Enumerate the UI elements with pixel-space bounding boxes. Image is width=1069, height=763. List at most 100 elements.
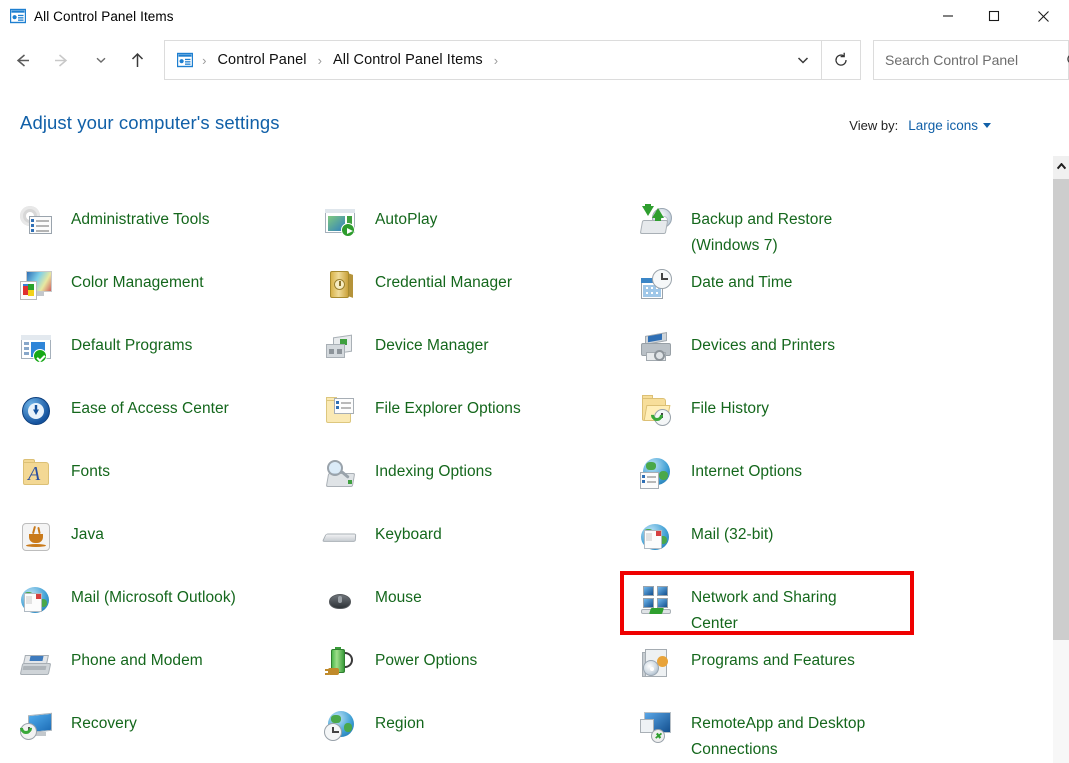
region-icon [324,710,356,742]
control-panel-item[interactable]: Region [324,708,424,763]
minimize-button[interactable] [925,0,971,32]
control-panel-item-label[interactable]: Recovery [71,711,137,737]
control-panel-item-label[interactable]: File History [691,396,769,422]
control-panel-item[interactable]: Java [20,519,104,577]
scrollbar-thumb[interactable] [1053,179,1069,640]
control-panel-icon [10,8,26,24]
control-panel-item[interactable]: Mail (32-bit) [640,519,773,577]
control-panel-item[interactable]: ✖ RemoteApp and Desktop Connections [640,708,865,763]
control-panel-item-label[interactable]: Indexing Options [375,459,492,485]
control-panel-item-label[interactable]: AutoPlay [375,207,437,233]
navigation-bar: › Control Panel › All Control Panel Item… [0,32,1069,88]
breadcrumb-all-control-panel-items[interactable]: All Control Panel Items [331,41,485,79]
title-bar: All Control Panel Items [0,0,1069,32]
control-panel-item[interactable]: Indexing Options [324,456,492,514]
breadcrumb-separator-trailing[interactable]: › [485,41,507,79]
control-panel-item[interactable]: Devices and Printers [640,330,835,388]
vertical-scrollbar[interactable] [1053,156,1069,763]
file-explorer-options-icon [324,395,356,427]
control-panel-item[interactable]: Recovery [20,708,137,763]
control-panel-item[interactable]: Administrative Tools [20,204,210,262]
control-panel-item-label[interactable]: Internet Options [691,459,802,485]
control-panel-item[interactable]: Programs and Features [640,645,855,703]
maximize-button[interactable] [971,0,1017,32]
control-panel-item[interactable]: A Fonts [20,456,110,514]
control-panel-item-label[interactable]: File Explorer Options [375,396,521,422]
address-dropdown-chevron-icon[interactable] [785,41,821,79]
control-panel-item-label[interactable]: Date and Time [691,270,792,296]
control-panel-item[interactable]: Network and Sharing Center [640,582,837,640]
control-panel-item-label[interactable]: Default Programs [71,333,192,359]
control-panel-item[interactable]: Power Options [324,645,477,703]
forward-arrow-icon[interactable] [47,40,76,80]
control-panel-item[interactable]: Default Programs [20,330,192,388]
control-panel-item-label[interactable]: Region [375,711,424,737]
control-panel-item[interactable]: File Explorer Options [324,393,521,451]
up-arrow-icon[interactable] [123,40,152,80]
control-panel-item[interactable]: File History [640,393,769,451]
control-panel-item-label[interactable]: Administrative Tools [71,207,210,233]
control-panel-item-label[interactable]: Mouse [375,585,422,611]
control-panel-item-label[interactable]: Keyboard [375,522,442,548]
breadcrumb-separator: › [309,41,331,79]
date-and-time-icon [640,269,672,301]
control-panel-item[interactable]: Keyboard [324,519,442,577]
administrative-tools-icon [20,206,52,238]
remoteapp-icon: ✖ [640,710,672,742]
control-panel-item-label[interactable]: Network and Sharing Center [691,585,837,637]
control-panel-item[interactable]: Ease of Access Center [20,393,229,451]
window-controls [925,0,1069,32]
address-control-panel-icon [177,52,193,68]
control-panel-items-grid: Administrative Tools Color Management Defa… [0,156,1053,763]
internet-options-icon [640,458,672,490]
mail-outlook-icon [20,584,52,616]
fonts-icon: A [20,458,52,490]
control-panel-item-label[interactable]: Mail (Microsoft Outlook) [71,585,236,611]
control-panel-item-label[interactable]: RemoteApp and Desktop Connections [691,711,865,763]
credential-manager-icon [324,269,356,301]
control-panel-item[interactable]: Mouse [324,582,422,640]
control-panel-item[interactable]: Color Management [20,267,204,325]
control-panel-item[interactable]: Credential Manager [324,267,512,325]
phone-and-modem-icon [20,647,52,679]
network-and-sharing-icon [640,584,672,616]
control-panel-item-label[interactable]: Device Manager [375,333,489,359]
address-bar[interactable]: › Control Panel › All Control Panel Item… [164,40,822,80]
back-arrow-icon[interactable] [8,40,37,80]
view-by-control[interactable]: View by: Large icons [849,118,991,133]
control-panel-item[interactable]: Backup and Restore (Windows 7) [640,204,832,262]
control-panel-item-label[interactable]: Java [71,522,104,548]
control-panel-item-label[interactable]: Devices and Printers [691,333,835,359]
control-panel-item[interactable]: Phone and Modem [20,645,203,703]
refresh-button[interactable] [822,40,861,80]
recovery-icon [20,710,52,742]
chevron-down-icon[interactable] [983,123,991,128]
control-panel-item[interactable]: Device Manager [324,330,489,388]
control-panel-item[interactable]: Mail (Microsoft Outlook) [20,582,236,640]
control-panel-item-label[interactable]: Power Options [375,648,477,674]
autoplay-icon [324,206,356,238]
view-by-value[interactable]: Large icons [908,118,978,133]
search-box[interactable] [873,40,1069,80]
control-panel-item-label[interactable]: Phone and Modem [71,648,203,674]
control-panel-item-label[interactable]: Color Management [71,270,204,296]
control-panel-item-label[interactable]: Programs and Features [691,648,855,674]
mail-32bit-icon [640,521,672,553]
breadcrumb-control-panel[interactable]: Control Panel [215,41,308,79]
scrollbar-track[interactable] [1053,640,1069,763]
control-panel-item-label[interactable]: Mail (32-bit) [691,522,773,548]
scroll-up-icon[interactable] [1053,156,1069,177]
search-input[interactable] [874,52,1066,68]
page-title: Adjust your computer's settings [20,112,280,134]
control-panel-item[interactable]: Date and Time [640,267,792,325]
recent-locations-chevron-icon[interactable] [86,40,115,80]
control-panel-item[interactable]: Internet Options [640,456,802,514]
control-panel-item-label[interactable]: Fonts [71,459,110,485]
control-panel-item-label[interactable]: Backup and Restore (Windows 7) [691,207,832,259]
control-panel-item-label[interactable]: Ease of Access Center [71,396,229,422]
control-panel-item-label[interactable]: Credential Manager [375,270,512,296]
control-panel-item[interactable]: AutoPlay [324,204,437,262]
default-programs-icon [20,332,52,364]
close-button[interactable] [1017,0,1069,32]
java-icon [20,521,52,553]
